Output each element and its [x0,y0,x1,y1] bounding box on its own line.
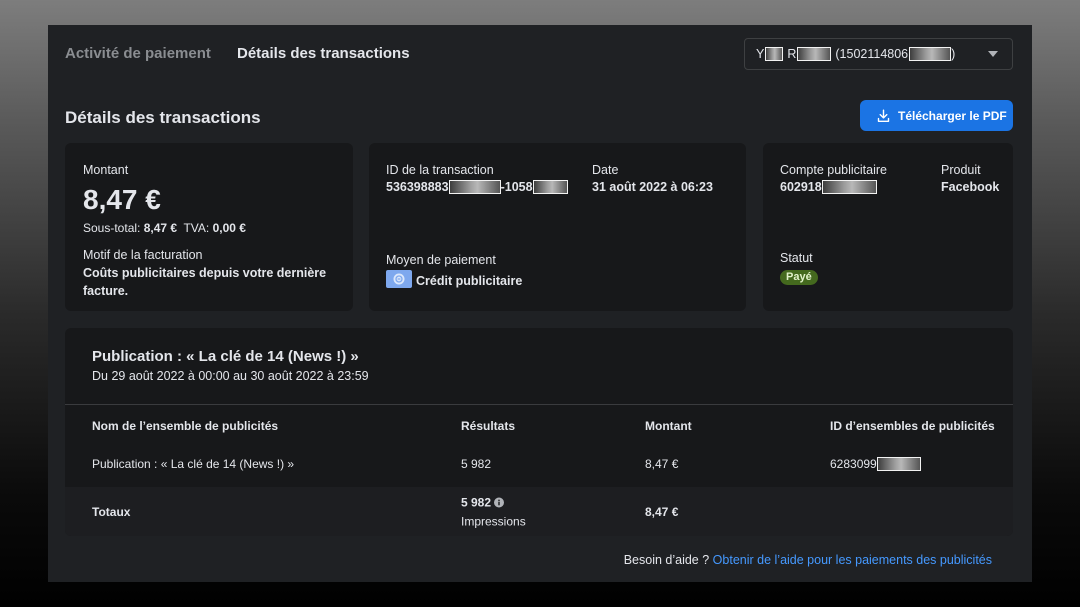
ad-account-value: 602918 [780,178,877,196]
column-header-adset-id: ID d’ensembles de publicités [830,419,995,433]
redaction-box [876,457,921,471]
account-id-visible: (1502114806 [835,47,909,61]
transaction-id-value: 536398883 -1058 [386,178,568,196]
row-adset-name: Publication : « La clé de 14 (News !) » [92,457,295,471]
account-id-closing: ) [951,47,956,61]
totals-amount: 8,47 € [645,504,679,519]
table-row: Publication : « La clé de 14 (News !) » … [65,447,1013,481]
redaction-box [448,180,501,194]
totals-results-value: 5 982 [461,495,492,509]
row-adset-id-start: 6283099 [830,457,877,471]
column-header-adset-name: Nom de l’ensemble de publicités [92,419,279,433]
account-first-initial: Y [756,47,765,61]
ad-account-id-start: 602918 [780,180,822,194]
column-header-amount: Montant [645,419,692,433]
redaction-box [821,180,877,194]
account-card: Compte publicitaire 602918 Produit Faceb… [763,143,1013,311]
status-badge: Payé [780,270,818,285]
subtotal-line: Sous-total: 8,47 € TVA: 0,00 € [83,220,246,236]
download-icon [877,109,890,123]
date-label: Date [592,163,619,177]
amount-value: 8,47 € [83,184,161,215]
billing-reason-label: Motif de la facturation [83,248,203,262]
redaction-box [765,47,784,61]
campaign-title: Publication : « La clé de 14 (News !) » [92,348,359,365]
ad-account-label: Compte publicitaire [780,163,887,177]
help-footer: Besoin d’aide ? Obtenir de l’aide pour l… [624,552,992,568]
download-pdf-label: Télécharger le PDF [898,108,1007,123]
subtotal-value: 8,47 € [143,221,178,235]
column-header-results: Résultats [461,419,516,433]
table-header-row: Nom de l’ensemble de publicités Résultat… [65,405,1013,447]
date-value: 31 août 2022 à 06:23 [592,180,713,194]
ad-account-selector[interactable]: Y R (1502114806 ) [744,38,1013,70]
redaction-box [532,180,568,194]
row-adset-id: 6283099 [830,456,921,472]
download-pdf-button[interactable]: Télécharger le PDF [860,100,1013,131]
product-label: Produit [941,163,981,177]
tab-transaction-details[interactable]: Détails des transactions [237,44,410,64]
transaction-id-label: ID de la transaction [386,163,494,177]
ad-credit-icon [386,269,412,293]
billing-reason-value: Coûts publicitaires depuis votre dernièr… [83,266,327,298]
tab-payment-activity[interactable]: Activité de paiement [65,44,211,64]
vat-label: TVA: [183,221,210,235]
campaign-date-range: Du 29 août 2022 à 00:00 au 30 août 2022 … [92,369,369,383]
info-icon[interactable] [494,494,505,512]
help-link[interactable]: Obtenir de l’aide pour les paiements des… [713,553,992,567]
totals-label: Totaux [92,504,131,519]
billing-panel: Activité de paiement Détails des transac… [48,25,1032,582]
chevron-down-icon [988,51,998,57]
redaction-box [909,47,952,61]
transaction-card: ID de la transaction 536398883 -1058 Dat… [369,143,746,311]
status-badge-wrap: Payé [780,267,818,285]
account-second-initial: R [787,47,797,61]
row-results: 5 982 [461,457,492,471]
amount-card: Montant 8,47 € Sous-total: 8,47 € TVA: 0… [65,143,353,311]
totals-row: Totaux 5 982 Impressions 8,47 € [65,487,1013,536]
status-label: Statut [780,251,813,265]
amount-label: Montant [83,163,129,177]
payment-method-text: Crédit publicitaire [416,274,523,288]
vat-value: 0,00 € [212,221,246,235]
help-prefix: Besoin d’aide ? [623,553,710,567]
campaign-card: Publication : « La clé de 14 (News !) » … [65,328,1013,536]
payment-method-label: Moyen de paiement [386,253,496,267]
page-title: Détails des transactions [65,108,261,127]
payment-method-value: Crédit publicitaire [386,269,523,293]
row-amount: 8,47 € [645,457,679,471]
product-value: Facebook [941,180,1000,194]
subtotal-label: Sous-total: [83,221,141,235]
totals-results-unit: Impressions [461,514,526,528]
transaction-id-start: 536398883 [386,180,449,194]
transaction-id-middle: -1058 [500,180,533,194]
redaction-box [797,47,832,61]
totals-results: 5 982 Impressions [461,493,526,530]
